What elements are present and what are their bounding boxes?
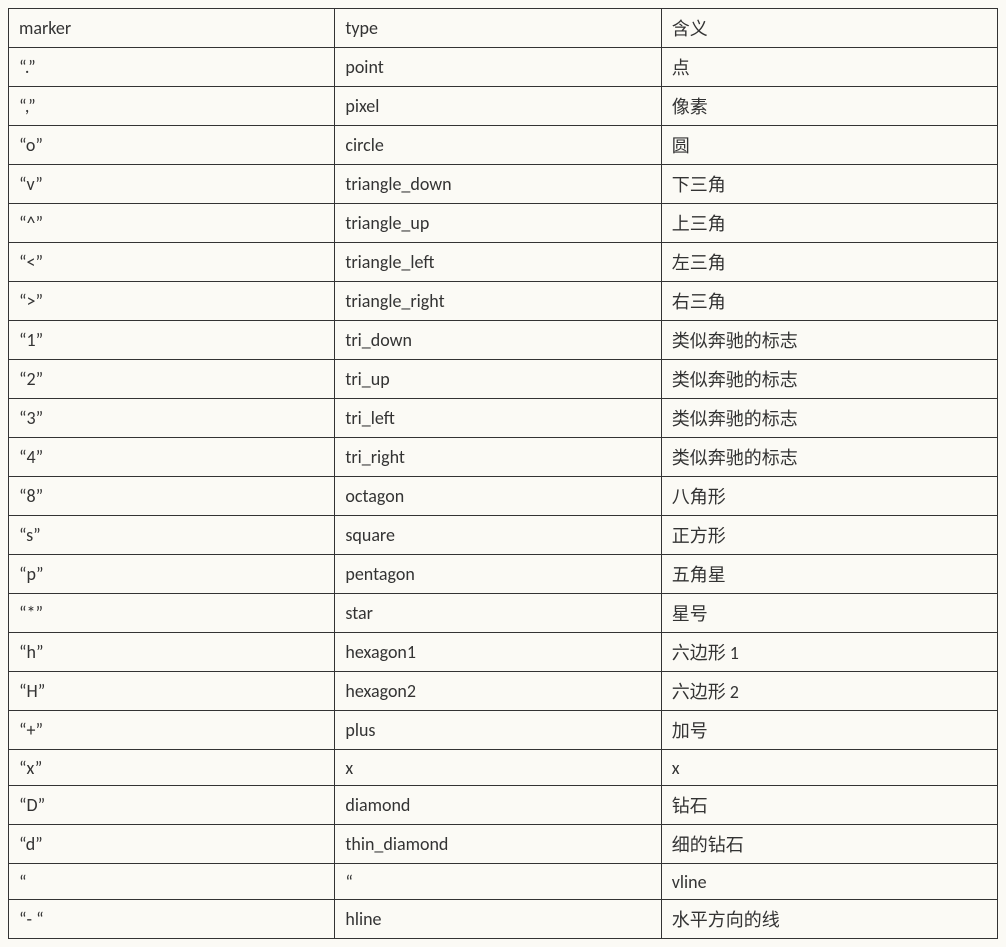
cell-marker: “d” (9, 825, 335, 864)
cell-marker: “>” (9, 282, 335, 321)
cell-meaning: 类似奔驰的标志 (661, 438, 997, 477)
cell-type: hexagon1 (335, 633, 661, 672)
cell-meaning: 八角形 (661, 477, 997, 516)
table-row: “,”pixel像素 (9, 87, 998, 126)
cell-marker: “2” (9, 360, 335, 399)
table-row: “o”circle圆 (9, 126, 998, 165)
cell-marker: “^” (9, 204, 335, 243)
cell-meaning: 右三角 (661, 282, 997, 321)
table-row: “d”thin_diamond细的钻石 (9, 825, 998, 864)
cell-type: “ (335, 864, 661, 900)
cell-meaning: 下三角 (661, 165, 997, 204)
cell-meaning: 水平方向的线 (661, 900, 997, 939)
table-row: “p”pentagon五角星 (9, 555, 998, 594)
cell-meaning: 五角星 (661, 555, 997, 594)
table-row: “x”xx (9, 750, 998, 786)
table-row: “h”hexagon1六边形 1 (9, 633, 998, 672)
header-marker: marker (9, 9, 335, 48)
table-row: “- “hline水平方向的线 (9, 900, 998, 939)
cell-type: triangle_down (335, 165, 661, 204)
cell-type: triangle_left (335, 243, 661, 282)
cell-meaning: 上三角 (661, 204, 997, 243)
cell-type: triangle_right (335, 282, 661, 321)
cell-meaning: 正方形 (661, 516, 997, 555)
cell-meaning: x (661, 750, 997, 786)
cell-meaning: 圆 (661, 126, 997, 165)
table-row: “4”tri_right类似奔驰的标志 (9, 438, 998, 477)
table-body: marker type 含义 “.”point点“,”pixel像素“o”cir… (9, 9, 998, 939)
cell-type: hexagon2 (335, 672, 661, 711)
table-row: “8”octagon八角形 (9, 477, 998, 516)
table-row: “v”triangle_down下三角 (9, 165, 998, 204)
cell-type: diamond (335, 786, 661, 825)
table-row: “.”point点 (9, 48, 998, 87)
cell-meaning: 点 (661, 48, 997, 87)
cell-type: circle (335, 126, 661, 165)
cell-type: thin_diamond (335, 825, 661, 864)
cell-marker: “- “ (9, 900, 335, 939)
table-row: “>”triangle_right右三角 (9, 282, 998, 321)
cell-type: tri_down (335, 321, 661, 360)
cell-type: star (335, 594, 661, 633)
cell-meaning: 细的钻石 (661, 825, 997, 864)
cell-meaning: 类似奔驰的标志 (661, 399, 997, 438)
cell-type: pentagon (335, 555, 661, 594)
cell-type: octagon (335, 477, 661, 516)
marker-reference-table: marker type 含义 “.”point点“,”pixel像素“o”cir… (8, 8, 998, 939)
cell-marker: “o” (9, 126, 335, 165)
cell-meaning: vline (661, 864, 997, 900)
cell-marker: “H” (9, 672, 335, 711)
cell-marker: “ (9, 864, 335, 900)
cell-marker: “s” (9, 516, 335, 555)
cell-type: pixel (335, 87, 661, 126)
cell-meaning: 左三角 (661, 243, 997, 282)
table-row: “+”plus加号 (9, 711, 998, 750)
cell-marker: “4” (9, 438, 335, 477)
cell-marker: “v” (9, 165, 335, 204)
cell-meaning: 钻石 (661, 786, 997, 825)
cell-marker: “1” (9, 321, 335, 360)
cell-type: square (335, 516, 661, 555)
cell-meaning: 像素 (661, 87, 997, 126)
cell-marker: “,” (9, 87, 335, 126)
cell-marker: “3” (9, 399, 335, 438)
table-row: “2”tri_up类似奔驰的标志 (9, 360, 998, 399)
cell-type: tri_right (335, 438, 661, 477)
cell-marker: “<” (9, 243, 335, 282)
cell-marker: “.” (9, 48, 335, 87)
table-row: “3”tri_left类似奔驰的标志 (9, 399, 998, 438)
table-row: “*”star星号 (9, 594, 998, 633)
cell-type: tri_up (335, 360, 661, 399)
table-row: ““vline (9, 864, 998, 900)
table-row: “1”tri_down类似奔驰的标志 (9, 321, 998, 360)
cell-marker: “p” (9, 555, 335, 594)
cell-type: tri_left (335, 399, 661, 438)
table-row: “<”triangle_left左三角 (9, 243, 998, 282)
cell-meaning: 类似奔驰的标志 (661, 360, 997, 399)
cell-marker: “D” (9, 786, 335, 825)
table-row: “D”diamond钻石 (9, 786, 998, 825)
cell-type: plus (335, 711, 661, 750)
cell-marker: “x” (9, 750, 335, 786)
cell-type: triangle_up (335, 204, 661, 243)
cell-type: hline (335, 900, 661, 939)
cell-meaning: 六边形 1 (661, 633, 997, 672)
table-row: “H”hexagon2六边形 2 (9, 672, 998, 711)
cell-type: point (335, 48, 661, 87)
cell-marker: “+” (9, 711, 335, 750)
header-meaning: 含义 (661, 9, 997, 48)
cell-marker: “8” (9, 477, 335, 516)
cell-type: x (335, 750, 661, 786)
cell-marker: “h” (9, 633, 335, 672)
cell-meaning: 六边形 2 (661, 672, 997, 711)
cell-meaning: 加号 (661, 711, 997, 750)
table-row: “s”square正方形 (9, 516, 998, 555)
table-row: “^”triangle_up上三角 (9, 204, 998, 243)
table-header-row: marker type 含义 (9, 9, 998, 48)
cell-marker: “*” (9, 594, 335, 633)
header-type: type (335, 9, 661, 48)
cell-meaning: 类似奔驰的标志 (661, 321, 997, 360)
cell-meaning: 星号 (661, 594, 997, 633)
